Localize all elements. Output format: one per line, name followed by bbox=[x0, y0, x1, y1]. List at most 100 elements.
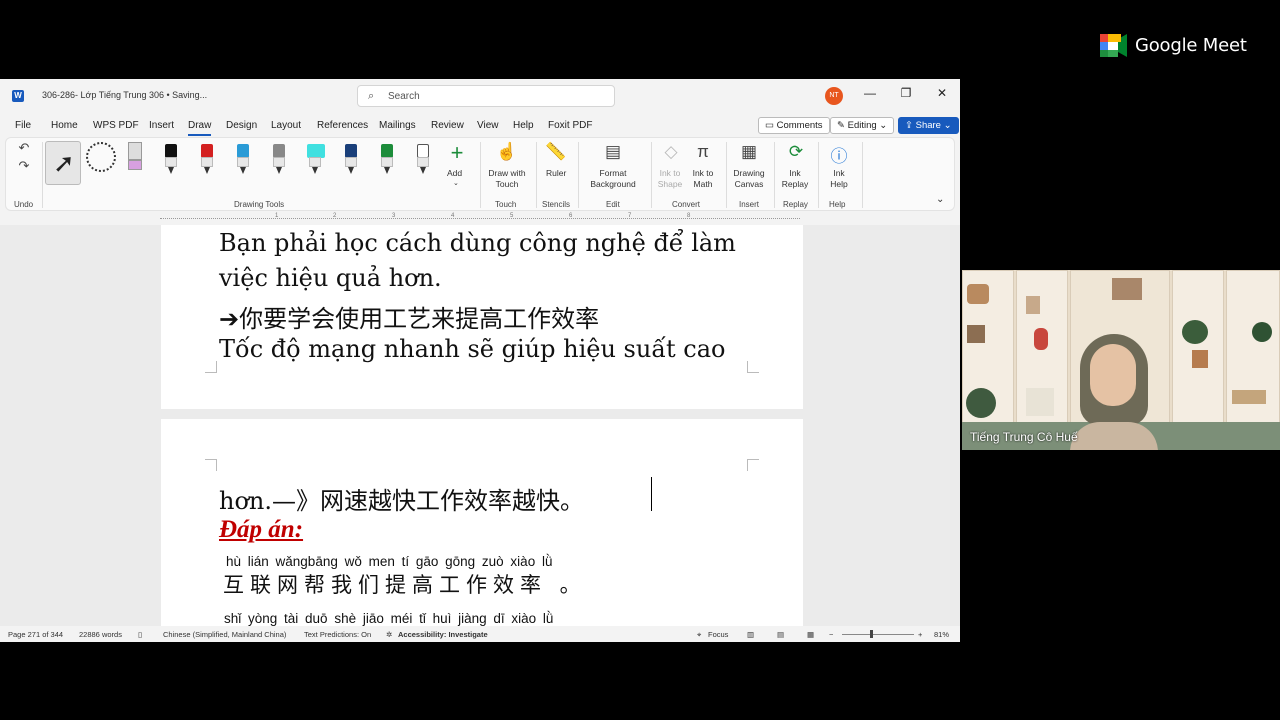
ink-replay-icon[interactable]: ⟳ bbox=[781, 142, 811, 162]
add-pen-icon[interactable]: + bbox=[442, 140, 472, 166]
draw-with-touch-label[interactable]: Draw with Touch bbox=[484, 168, 530, 190]
ruler-label[interactable]: Ruler bbox=[546, 168, 566, 179]
ruler-mark: 5 bbox=[510, 213, 514, 219]
participant-video-tile[interactable]: Tiếng Trung Cô Huế bbox=[962, 270, 1280, 450]
ink-replay-label[interactable]: Ink Replay bbox=[780, 168, 810, 190]
pen-green[interactable] bbox=[379, 144, 395, 176]
ruler-mark: 8 bbox=[687, 213, 691, 219]
restore-icon[interactable]: ❐ bbox=[896, 86, 916, 100]
convert-group-label: Convert bbox=[672, 200, 701, 209]
tab-foxit-pdf[interactable]: Foxit PDF bbox=[548, 120, 592, 131]
ink-help-label[interactable]: Ink Help bbox=[826, 168, 852, 190]
eraser-icon[interactable] bbox=[128, 142, 142, 172]
pen-red[interactable] bbox=[199, 144, 215, 176]
ruler-icon[interactable]: 📏 bbox=[541, 142, 571, 162]
zoom-level[interactable]: 81% bbox=[934, 630, 949, 639]
minimize-icon[interactable]: — bbox=[860, 86, 880, 100]
body-line[interactable]: việc hiệu quả hơn. bbox=[219, 264, 442, 292]
ink-to-math-icon[interactable]: π bbox=[688, 142, 718, 162]
pinyin-line[interactable]: hù lián wǎngbāng wǒ men tí gāo gōng zuò … bbox=[226, 554, 552, 569]
body-line[interactable]: Bạn phải học cách dùng công nghệ để làm bbox=[219, 229, 736, 257]
print-layout-icon[interactable]: ▤ bbox=[777, 630, 784, 639]
tab-review[interactable]: Review bbox=[431, 120, 464, 131]
ink-to-shape-label[interactable]: Ink to Shape bbox=[654, 168, 686, 190]
undo-group-label: Undo bbox=[14, 200, 34, 209]
document-title[interactable]: 306-286- Lớp Tiếng Trung 306 • Saving... bbox=[42, 90, 207, 100]
redo-icon[interactable]: ↷ bbox=[9, 158, 39, 174]
pen-black[interactable] bbox=[163, 144, 179, 176]
format-background-icon[interactable]: ▤ bbox=[598, 142, 628, 162]
select-tool-button[interactable]: ➚ bbox=[45, 141, 81, 185]
answer-heading[interactable]: Đáp án: bbox=[219, 516, 303, 544]
body-line-chinese[interactable]: ➔你要学会使用工艺来提高工作效率 bbox=[219, 299, 599, 334]
document-page[interactable]: Bạn phải học cách dùng công nghệ để làm … bbox=[161, 225, 803, 409]
body-line[interactable]: Tốc độ mạng nhanh sẽ giúp hiệu suất cao bbox=[219, 335, 726, 363]
language-status[interactable]: Chinese (Simplified, Mainland China) bbox=[163, 630, 286, 639]
close-icon[interactable]: ✕ bbox=[932, 86, 952, 100]
pinyin-line[interactable]: shǐ yòng tài duō shè jiāo méi tǐ huì jià… bbox=[224, 611, 553, 626]
zoom-slider-thumb[interactable] bbox=[870, 630, 873, 638]
user-avatar[interactable]: NT bbox=[825, 87, 843, 105]
tab-draw[interactable]: Draw bbox=[188, 120, 212, 136]
replay-group-label: Replay bbox=[783, 200, 808, 209]
accessibility-status[interactable]: Accessibility: Investigate bbox=[398, 630, 488, 639]
insert-group-label: Insert bbox=[739, 200, 760, 209]
undo-icon[interactable]: ↶ bbox=[9, 140, 39, 156]
ruler-mark: 3 bbox=[392, 213, 396, 219]
drawing-canvas-icon[interactable]: ▦ bbox=[734, 142, 764, 162]
focus-mode-button[interactable]: Focus bbox=[708, 630, 728, 639]
tab-view[interactable]: View bbox=[477, 120, 499, 131]
web-layout-icon[interactable]: ▦ bbox=[807, 630, 814, 639]
plant bbox=[1182, 320, 1208, 344]
share-button[interactable]: ⇪ Share ⌄ bbox=[898, 117, 959, 134]
drawing-canvas-label[interactable]: Drawing Canvas bbox=[728, 168, 770, 190]
tab-wps-pdf[interactable]: WPS PDF bbox=[93, 120, 139, 131]
google-meet-logo: Google Meet bbox=[1100, 34, 1247, 57]
ink-to-math-label[interactable]: Ink to Math bbox=[687, 168, 719, 190]
hanzi-line[interactable]: 互联网帮我们提高工作效率 。 bbox=[223, 569, 587, 599]
read-mode-icon[interactable]: ▥ bbox=[747, 630, 754, 639]
zoom-in-icon[interactable]: + bbox=[918, 630, 922, 639]
zoom-slider[interactable] bbox=[842, 634, 914, 635]
tab-file[interactable]: File bbox=[15, 120, 31, 131]
ink-help-icon[interactable]: ⓘ bbox=[824, 142, 854, 167]
tab-help[interactable]: Help bbox=[513, 120, 534, 131]
tab-design[interactable]: Design bbox=[226, 120, 257, 131]
tab-mailings[interactable]: Mailings bbox=[379, 120, 416, 131]
tab-layout[interactable]: Layout bbox=[271, 120, 301, 131]
comments-button[interactable]: ▭ Comments bbox=[758, 117, 830, 134]
page-count[interactable]: Page 271 of 344 bbox=[8, 630, 63, 639]
pen-dark-blue[interactable] bbox=[343, 144, 359, 176]
document-page[interactable]: hơn.—》网速越快工作效率越快。 Đáp án: hù lián wǎngbā… bbox=[161, 419, 803, 626]
pencil-gray[interactable] bbox=[271, 144, 287, 176]
decor-item bbox=[1026, 296, 1040, 314]
lamp bbox=[1034, 328, 1048, 350]
proofing-icon[interactable]: ▯ bbox=[138, 630, 142, 639]
decor-item bbox=[1026, 388, 1054, 416]
highlighter-cyan[interactable] bbox=[307, 144, 325, 176]
word-window: W 306-286- Lớp Tiếng Trung 306 • Saving.… bbox=[0, 79, 960, 642]
edit-group-label: Edit bbox=[606, 200, 620, 209]
chevron-down-icon[interactable]: ⌄ bbox=[453, 178, 459, 189]
search-box[interactable]: ⌕ Search bbox=[357, 85, 615, 107]
crop-mark bbox=[205, 459, 217, 471]
document-canvas[interactable]: Bạn phải học cách dùng công nghệ để làm … bbox=[0, 225, 960, 626]
pen-blue[interactable] bbox=[235, 144, 251, 176]
text-predictions-status[interactable]: Text Predictions: On bbox=[304, 630, 371, 639]
body-line[interactable]: hơn.—》网速越快工作效率越快。 bbox=[219, 481, 584, 516]
crop-mark bbox=[205, 361, 217, 373]
word-count[interactable]: 22886 words bbox=[79, 630, 122, 639]
action-pen[interactable] bbox=[415, 144, 431, 176]
collapse-ribbon-chevron-icon[interactable]: ⌄ bbox=[936, 194, 944, 205]
editing-mode-button[interactable]: ✎ Editing ⌄ bbox=[830, 117, 895, 134]
word-app-icon[interactable]: W bbox=[12, 90, 24, 102]
separator bbox=[726, 142, 727, 208]
zoom-out-icon[interactable]: − bbox=[829, 630, 833, 639]
format-background-label[interactable]: Format Background bbox=[584, 168, 642, 190]
tab-home[interactable]: Home bbox=[51, 120, 78, 131]
tab-insert[interactable]: Insert bbox=[149, 120, 174, 131]
lasso-select-icon[interactable] bbox=[86, 142, 116, 172]
tab-references[interactable]: References bbox=[317, 120, 368, 131]
draw-with-touch-icon[interactable]: ☝ bbox=[492, 142, 522, 162]
ink-to-shape-icon[interactable]: ◇ bbox=[656, 142, 686, 162]
